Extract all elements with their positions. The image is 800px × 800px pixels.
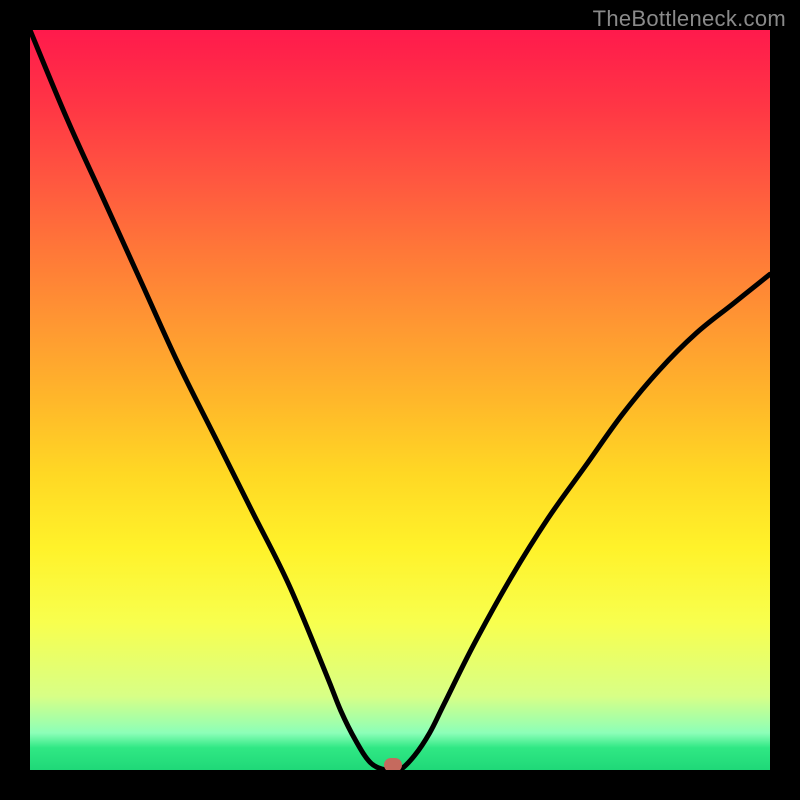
watermark-text: TheBottleneck.com [593, 6, 786, 32]
optimal-point-marker [384, 758, 402, 770]
plot-area [30, 30, 770, 770]
bottleneck-curve [30, 30, 770, 770]
chart-frame: TheBottleneck.com [0, 0, 800, 800]
